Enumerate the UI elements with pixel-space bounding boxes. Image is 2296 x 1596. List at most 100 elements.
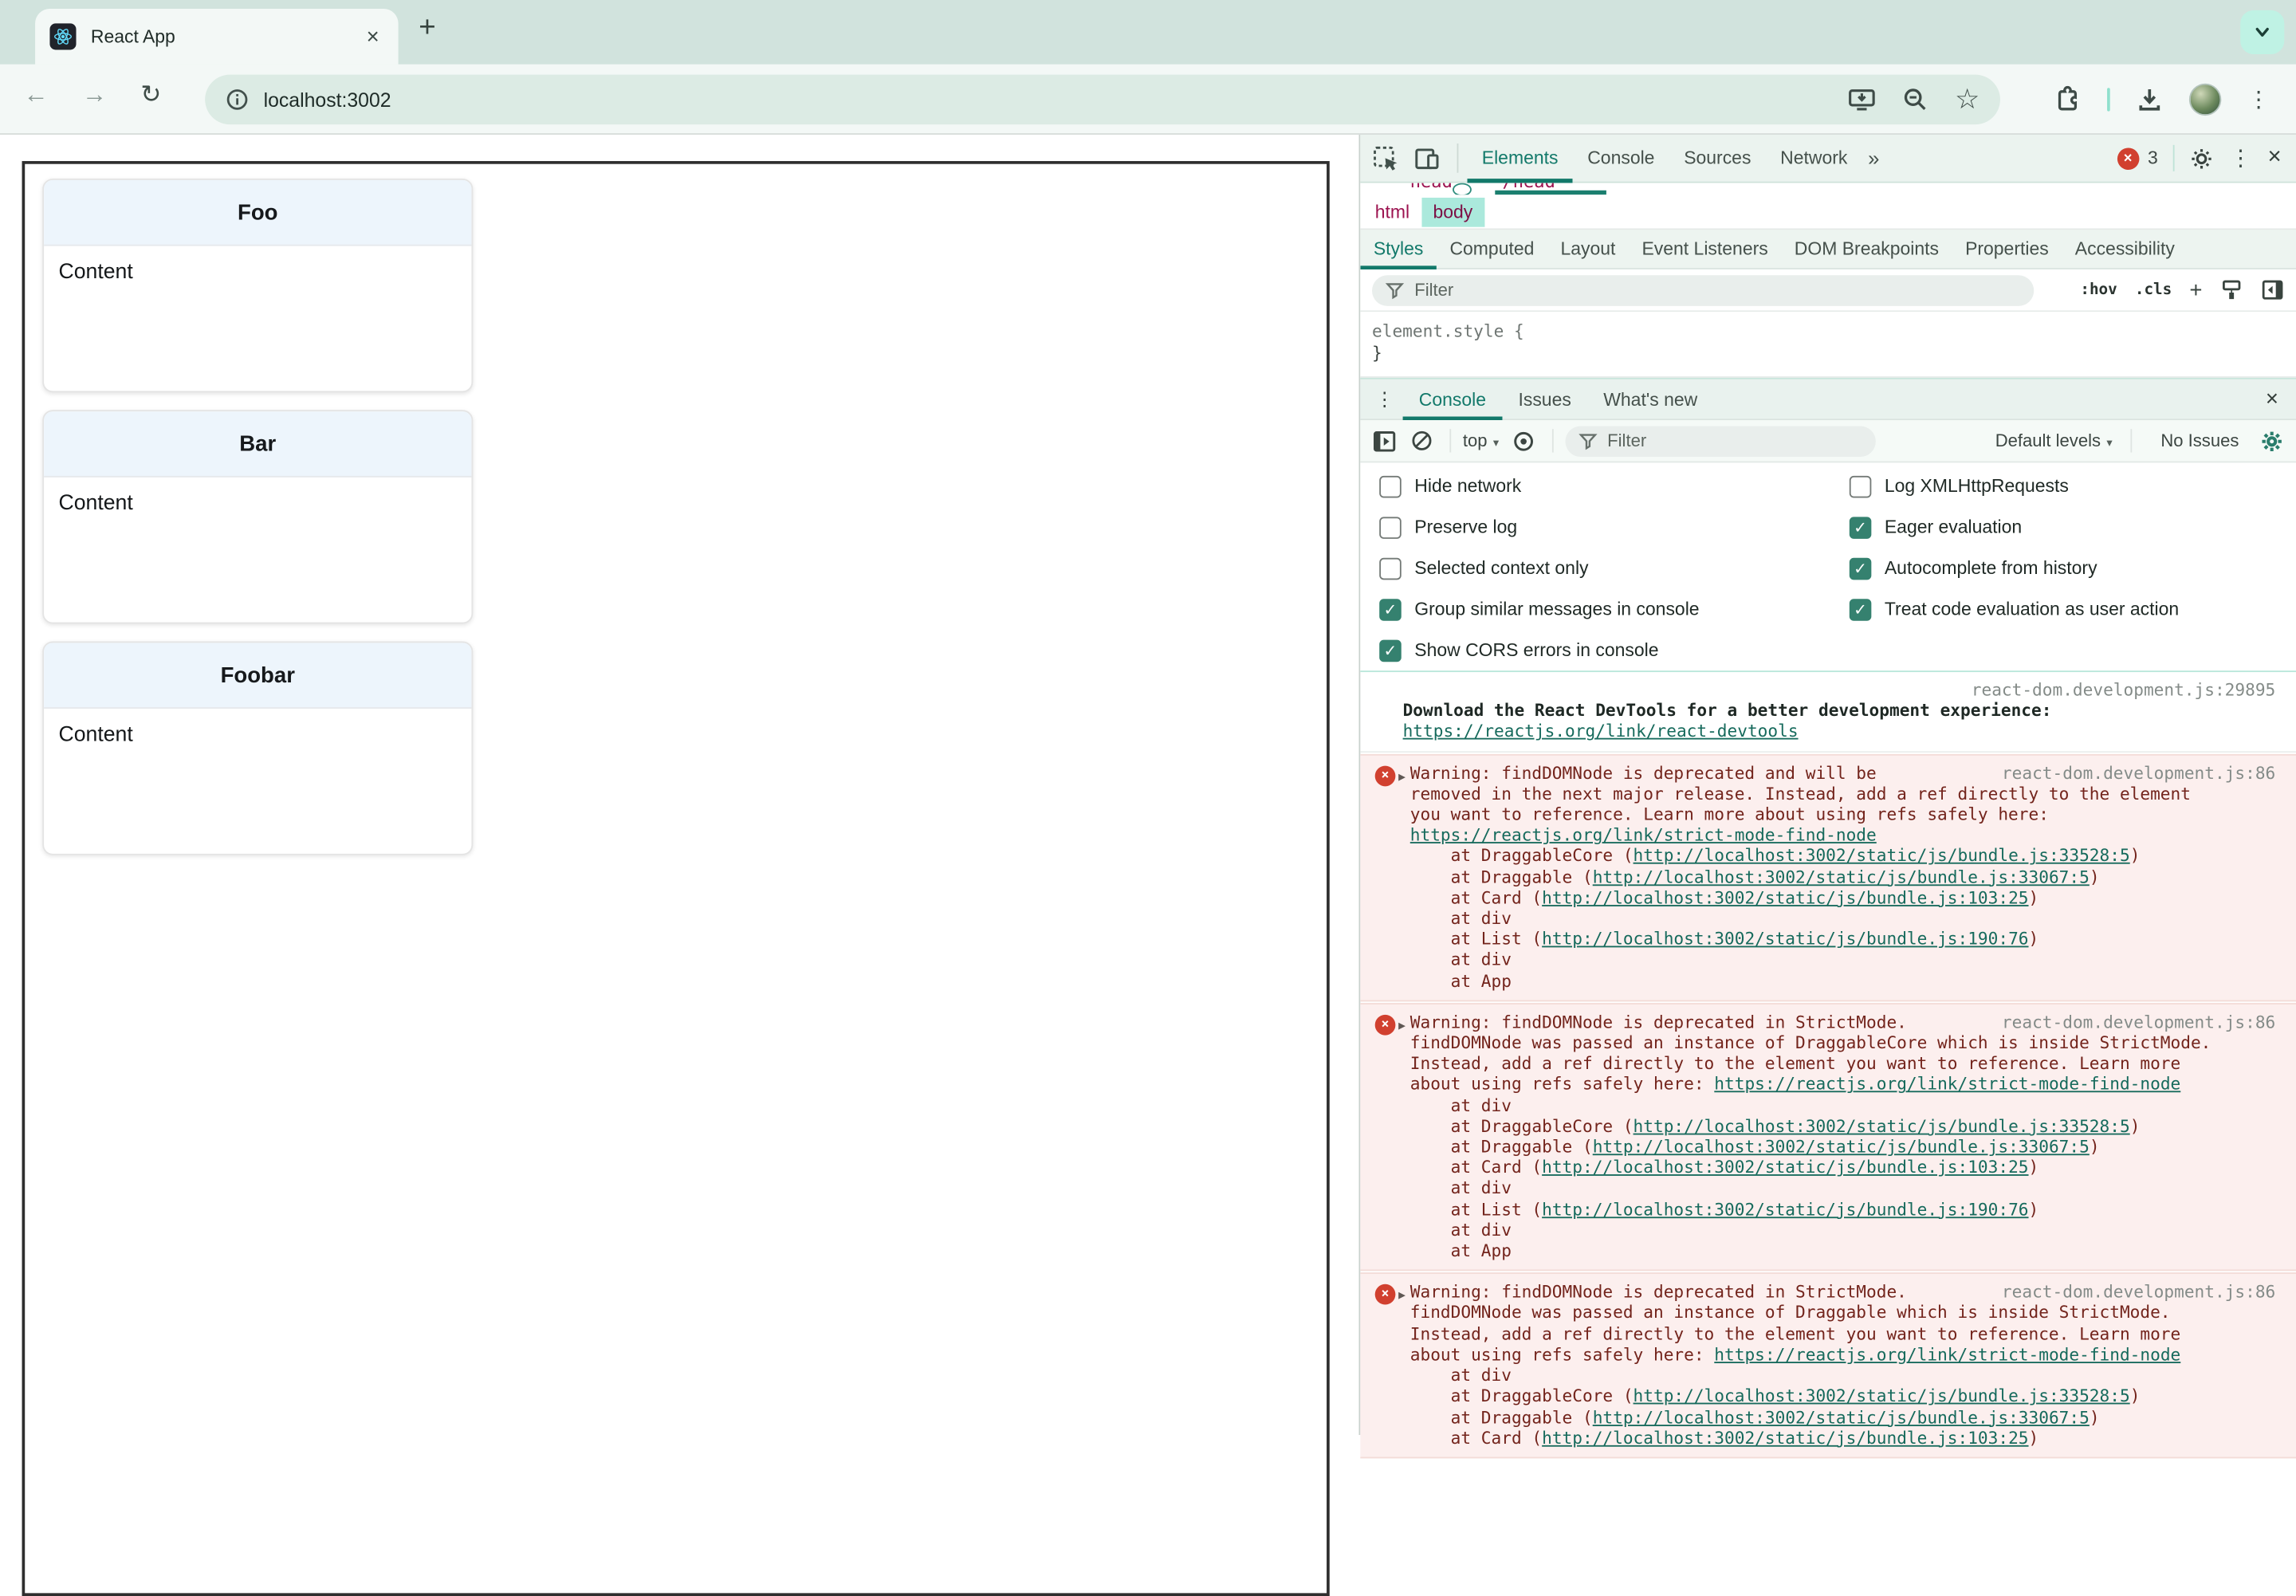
- message-source-link[interactable]: react-dom.development.js:86: [2002, 1012, 2275, 1032]
- setting-log-xmlhttprequests[interactable]: Log XMLHttpRequests: [1849, 466, 2179, 506]
- rendering-brush-icon[interactable]: [2219, 278, 2243, 301]
- console-sidebar-icon[interactable]: [1372, 428, 1397, 453]
- console-link[interactable]: https://reactjs.org/link/strict-mode-fin…: [1714, 1344, 2180, 1365]
- settings-gear-icon[interactable]: [2188, 146, 2213, 171]
- breadcrumb-body[interactable]: body: [1421, 197, 1484, 226]
- download-icon[interactable]: [2137, 86, 2163, 112]
- window-chevron-button[interactable]: [2240, 10, 2285, 54]
- setting-hide-network[interactable]: Hide network: [1379, 466, 1699, 506]
- card-bar[interactable]: Bar Content: [42, 410, 474, 624]
- setting-autocomplete-from-history[interactable]: ✓ Autocomplete from history: [1849, 548, 2179, 588]
- console-link[interactable]: http://localhost:3002/static/js/bundle.j…: [1542, 1158, 2028, 1178]
- checkbox-show-cors-errors-in-console[interactable]: ✓: [1379, 639, 1402, 662]
- console-link[interactable]: http://localhost:3002/static/js/bundle.j…: [1634, 1386, 2130, 1406]
- tab-accessibility[interactable]: Accessibility: [2062, 229, 2188, 269]
- forward-icon[interactable]: →: [82, 81, 107, 110]
- device-toolbar-icon[interactable]: [1413, 144, 1441, 172]
- levels-dropdown[interactable]: Default levels ▾: [1995, 430, 2113, 451]
- checkbox-eager-evaluation[interactable]: ✓: [1849, 516, 1872, 538]
- message-source-link[interactable]: react-dom.development.js:29895: [1417, 679, 2276, 700]
- setting-treat-code-evaluation-as-user-action[interactable]: ✓ Treat code evaluation as user action: [1849, 588, 2179, 629]
- console-link[interactable]: https://reactjs.org/link/strict-mode-fin…: [1410, 824, 1877, 845]
- message-source-link[interactable]: react-dom.development.js:86: [2002, 1282, 2275, 1303]
- console-link[interactable]: http://localhost:3002/static/js/bundle.j…: [1542, 929, 2028, 949]
- drawer-menu-icon[interactable]: ⋮: [1375, 387, 1394, 411]
- devtools-close-icon[interactable]: ×: [2267, 145, 2281, 171]
- element-style-block[interactable]: element.style { }: [1360, 312, 2296, 378]
- checkbox-autocomplete-from-history[interactable]: ✓: [1849, 556, 1872, 580]
- tab-dom-breakpoints[interactable]: DOM Breakpoints: [1781, 229, 1952, 269]
- live-expression-eye-icon[interactable]: [1511, 428, 1535, 453]
- zoom-icon[interactable]: [1902, 86, 1928, 112]
- checkbox-group-similar-messages-in-console[interactable]: ✓: [1379, 598, 1402, 620]
- drawer-close-icon[interactable]: ×: [2266, 387, 2296, 411]
- breadcrumb-html[interactable]: html: [1363, 197, 1421, 226]
- console-link[interactable]: http://localhost:3002/static/js/bundle.j…: [1593, 1406, 2090, 1427]
- bookmark-star-icon[interactable]: ☆: [1955, 85, 1980, 113]
- setting-eager-evaluation[interactable]: ✓ Eager evaluation: [1849, 507, 2179, 548]
- tab-computed[interactable]: Computed: [1437, 229, 1547, 269]
- tab-layout[interactable]: Layout: [1547, 229, 1629, 269]
- checkbox-preserve-log[interactable]: [1379, 516, 1402, 538]
- console-filter-input[interactable]: Filter: [1564, 425, 1876, 457]
- clear-console-icon[interactable]: [1410, 429, 1433, 452]
- setting-selected-context-only[interactable]: Selected context only: [1379, 548, 1699, 588]
- back-icon[interactable]: ←: [23, 81, 48, 110]
- tab-close-icon[interactable]: ×: [362, 24, 383, 49]
- inspect-icon[interactable]: [1372, 144, 1400, 172]
- tab-issues[interactable]: Issues: [1502, 378, 1587, 420]
- url-text[interactable]: localhost:3002: [264, 88, 1822, 111]
- setting-show-cors-errors-in-console[interactable]: ✓ Show CORS errors in console: [1379, 630, 1699, 670]
- console-link[interactable]: https://reactjs.org/link/strict-mode-fin…: [1714, 1074, 2180, 1095]
- setting-preserve-log[interactable]: Preserve log: [1379, 507, 1699, 548]
- reload-icon[interactable]: ↻: [140, 81, 161, 110]
- message-source-link[interactable]: react-dom.development.js:86: [2002, 762, 2275, 783]
- browser-tab[interactable]: React App ×: [35, 9, 399, 65]
- extensions-puzzle-icon[interactable]: [2051, 85, 2081, 115]
- console-link[interactable]: http://localhost:3002/static/js/bundle.j…: [1542, 887, 2028, 908]
- tab-styles[interactable]: Styles: [1360, 229, 1437, 269]
- more-tabs-icon[interactable]: »: [1868, 147, 1879, 170]
- tab-what-s-new[interactable]: What's new: [1587, 378, 1713, 420]
- site-info-icon[interactable]: [226, 88, 249, 111]
- context-selector[interactable]: top ▾: [1463, 430, 1499, 451]
- issues-counter[interactable]: No Issues: [2160, 430, 2239, 451]
- profile-avatar[interactable]: [2188, 83, 2222, 116]
- card-foo[interactable]: Foo Content: [42, 179, 474, 393]
- console-settings-gear-icon[interactable]: [2259, 428, 2284, 453]
- cls-button[interactable]: .cls: [2135, 281, 2172, 299]
- checkbox-hide-network[interactable]: [1379, 475, 1402, 497]
- checkbox-log-xmlhttprequests[interactable]: [1849, 475, 1872, 497]
- tab-elements[interactable]: Elements: [1467, 134, 1572, 183]
- tab-console[interactable]: Console: [1573, 134, 1669, 183]
- expand-arrow-icon[interactable]: ▶: [1398, 1016, 1406, 1036]
- checkbox-selected-context-only[interactable]: [1379, 556, 1402, 580]
- error-count-badge[interactable]: ×: [2117, 147, 2139, 170]
- hov-button[interactable]: :hov: [2080, 281, 2117, 299]
- dom-tree-clipped-row[interactable]: head /head: [1360, 183, 2296, 195]
- console-link[interactable]: http://localhost:3002/static/js/bundle.j…: [1593, 1136, 2090, 1157]
- error-count[interactable]: 3: [2148, 148, 2158, 169]
- install-icon[interactable]: [1848, 87, 1876, 112]
- expand-arrow-icon[interactable]: ▶: [1398, 767, 1406, 788]
- tab-console[interactable]: Console: [1403, 378, 1503, 420]
- expand-arrow-icon[interactable]: ▶: [1398, 1286, 1406, 1307]
- card-foobar[interactable]: Foobar Content: [42, 641, 474, 855]
- tab-network[interactable]: Network: [1766, 134, 1862, 183]
- new-style-rule-icon[interactable]: +: [2189, 277, 2202, 302]
- setting-group-similar-messages-in-console[interactable]: ✓ Group similar messages in console: [1379, 588, 1700, 629]
- console-link[interactable]: http://localhost:3002/static/js/bundle.j…: [1542, 1427, 2028, 1448]
- console-link[interactable]: http://localhost:3002/static/js/bundle.j…: [1542, 1199, 2028, 1220]
- console-link[interactable]: https://reactjs.org/link/react-devtools: [1403, 721, 1799, 741]
- browser-menu-icon[interactable]: ⋮: [2247, 86, 2270, 112]
- dock-sidebar-icon[interactable]: [2261, 278, 2284, 301]
- console-link[interactable]: http://localhost:3002/static/js/bundle.j…: [1634, 1115, 2130, 1136]
- tab-properties[interactable]: Properties: [1952, 229, 2062, 269]
- new-tab-button[interactable]: +: [419, 12, 435, 45]
- tab-sources[interactable]: Sources: [1669, 134, 1766, 183]
- console-link[interactable]: http://localhost:3002/static/js/bundle.j…: [1593, 867, 2090, 887]
- checkbox-treat-code-evaluation-as-user-action[interactable]: ✓: [1849, 598, 1872, 620]
- url-bar[interactable]: localhost:3002 ☆: [205, 74, 2000, 125]
- console-link[interactable]: http://localhost:3002/static/js/bundle.j…: [1634, 846, 2130, 867]
- devtools-menu-icon[interactable]: ⋮: [2230, 145, 2252, 171]
